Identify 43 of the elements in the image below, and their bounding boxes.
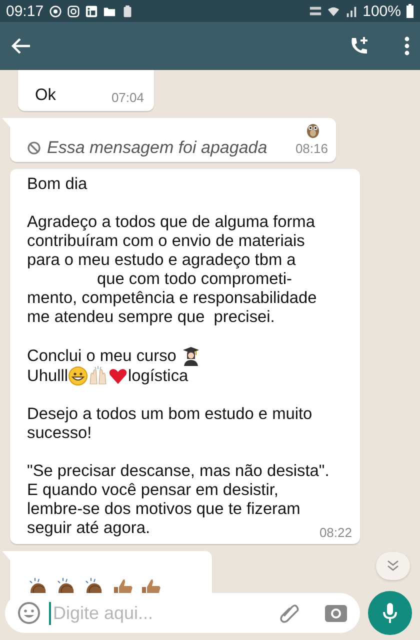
message-text: Conclui o meu curso (27, 346, 178, 366)
message-text: mento, competência e responsabilidade (27, 289, 317, 308)
message-text: Desejo a todos um bom estudo e muito (27, 405, 312, 424)
raised-hands-icon (88, 366, 108, 386)
scroll-down-button[interactable] (376, 552, 410, 580)
message-text: lembre-se dos motivos que te fizeram (27, 500, 300, 519)
battery-icon (406, 4, 414, 18)
blocked-icon (27, 141, 41, 155)
smiley-icon[interactable] (17, 601, 41, 625)
status-time: 09:17 (6, 2, 44, 20)
microphone-icon (382, 602, 398, 624)
message-time: 08:16 (295, 140, 328, 156)
message-time: 08:22 (319, 525, 352, 540)
message-text: que com todo comprometi- (97, 270, 292, 289)
camera-icon (66, 4, 80, 18)
battery-percentage: 100% (362, 2, 401, 20)
message-text: Agradeço a todos que de alguma forma (27, 213, 315, 232)
message-text: Bom dia (27, 175, 88, 194)
signal-icon (344, 4, 358, 18)
more-options-icon[interactable] (404, 36, 410, 56)
message-text: logística (128, 366, 188, 386)
message-time: 07:04 (111, 90, 144, 105)
message-text: contribuíram com o envio de materiais (27, 232, 305, 251)
message-text: me atendeu sempre que precisei. (27, 308, 275, 327)
owl-icon (306, 122, 320, 138)
microphone-button[interactable] (368, 591, 412, 635)
message-input[interactable]: Digite aqui... (49, 602, 270, 624)
wifi-icon (326, 4, 340, 18)
message-text: Ok (35, 86, 56, 105)
double-chevron-icon (386, 560, 400, 572)
heart-icon (108, 366, 128, 386)
paperclip-icon[interactable] (278, 602, 300, 624)
message-text: Uhulll (27, 366, 68, 386)
message-text: E quando você pensar em desistir, (27, 481, 278, 500)
message-text: "Se precisar descanse, mas não desista". (27, 462, 330, 481)
message-text: para o meu estudo e agradeço tbm a (27, 251, 296, 270)
deleted-message-text: Essa mensagem foi apagada (47, 138, 268, 158)
camera-icon[interactable] (324, 603, 348, 623)
grinning-face-icon (68, 366, 88, 386)
message-field[interactable]: Digite aqui... (5, 593, 360, 633)
graduate-icon (180, 346, 201, 366)
message-text: seguir até agora. (27, 519, 150, 538)
message-text: sucesso! (27, 424, 92, 443)
